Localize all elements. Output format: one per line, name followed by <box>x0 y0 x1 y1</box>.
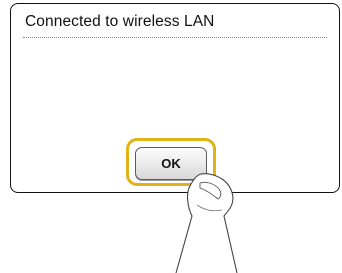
ok-button[interactable]: OK <box>135 147 207 180</box>
message-divider <box>23 37 327 38</box>
dialog-message: Connected to wireless LAN <box>25 13 215 30</box>
